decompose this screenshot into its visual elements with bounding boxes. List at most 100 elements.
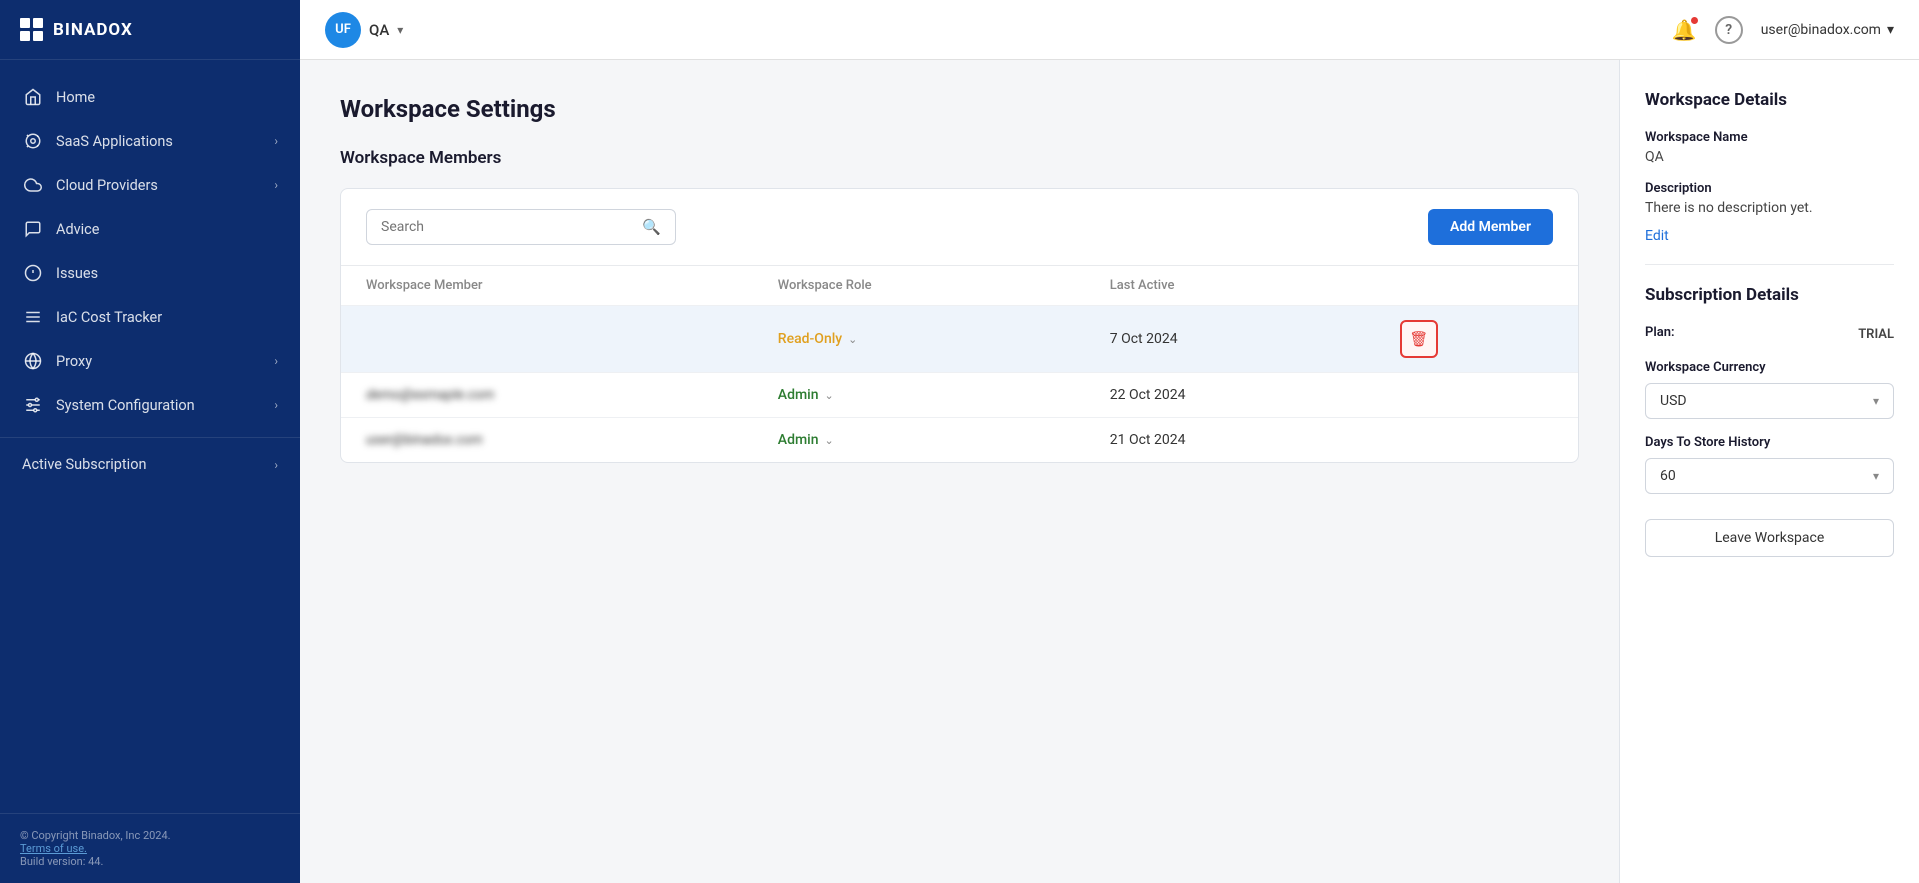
member-action: 🗑 xyxy=(1375,306,1578,373)
sidebar-item-sysconfig[interactable]: System Configuration › xyxy=(0,383,300,427)
notification-button[interactable]: 🔔 xyxy=(1672,18,1697,42)
workspace-name-label: Workspace Name xyxy=(1645,130,1894,145)
sidebar-item-cloud-label: Cloud Providers xyxy=(56,177,158,194)
plan-row: Plan: TRIAL xyxy=(1645,325,1894,344)
member-role[interactable]: Read-Only ⌄ xyxy=(753,306,1085,373)
currency-value: USD xyxy=(1660,393,1687,409)
sidebar-item-advice[interactable]: Advice xyxy=(0,207,300,251)
build-version: Build version: 44. xyxy=(20,855,280,868)
dropdown-chevron-icon: ▾ xyxy=(1873,469,1879,483)
members-tbody: Read-Only⌄7 Oct 2024🗑demo@exmaple.comAdm… xyxy=(341,306,1578,463)
table-row: user@binadox.comAdmin⌄21 Oct 2024 xyxy=(341,418,1578,463)
user-email: user@binadox.com xyxy=(1761,22,1881,38)
members-table: Workspace Member Workspace Role Last Act… xyxy=(341,265,1578,462)
sidebar-item-issues-label: Issues xyxy=(56,265,98,282)
sidebar-item-iac-label: IaC Cost Tracker xyxy=(56,309,162,326)
notification-badge xyxy=(1690,16,1699,25)
currency-title: Workspace Currency xyxy=(1645,360,1894,375)
member-email: user@binadox.com xyxy=(341,418,753,463)
home-icon xyxy=(22,88,44,106)
col-active: Last Active xyxy=(1085,266,1375,306)
sidebar-item-cloud[interactable]: Cloud Providers › xyxy=(0,163,300,207)
members-section-title: Workspace Members xyxy=(340,148,1579,168)
search-input-wrap[interactable]: 🔍 xyxy=(366,209,676,245)
sidebar: BINADOX Home SaaS Applications › xyxy=(0,0,300,883)
sidebar-item-subscription[interactable]: Active Subscription › xyxy=(0,437,300,486)
sidebar-item-saas-label: SaaS Applications xyxy=(56,133,173,150)
search-bar-row: 🔍 Add Member xyxy=(341,189,1578,265)
chevron-right-icon: › xyxy=(274,178,278,192)
sysconfig-icon xyxy=(22,396,44,414)
sidebar-item-saas[interactable]: SaaS Applications › xyxy=(0,119,300,163)
description-value: There is no description yet. xyxy=(1645,200,1894,216)
member-last-active: 7 Oct 2024 xyxy=(1085,306,1375,373)
col-role: Workspace Role xyxy=(753,266,1085,306)
terms-link[interactable]: Terms of use. xyxy=(20,842,87,855)
plan-value: TRIAL xyxy=(1858,327,1894,342)
sidebar-item-proxy-label: Proxy xyxy=(56,353,92,370)
sidebar-logo: BINADOX xyxy=(0,0,300,60)
iac-icon xyxy=(22,308,44,326)
sidebar-item-issues[interactable]: Issues xyxy=(0,251,300,295)
search-input[interactable] xyxy=(381,219,637,235)
sidebar-item-home-label: Home xyxy=(56,89,95,106)
sidebar-item-home[interactable]: Home xyxy=(0,75,300,119)
member-email: demo@exmaple.com xyxy=(341,373,753,418)
sidebar-nav: Home SaaS Applications › Cloud Providers… xyxy=(0,60,300,813)
copyright-text: © Copyright Binadox, Inc 2024. xyxy=(20,829,280,842)
topbar: UF QA ▾ 🔔 ? user@binadox.com ▾ xyxy=(300,0,1919,60)
table-row: Read-Only ⌄ 7 Oct 2024 🗑 xyxy=(341,306,1578,373)
role-badge-admin: Admin xyxy=(778,432,819,448)
sidebar-item-advice-label: Advice xyxy=(56,221,99,238)
sidebar-footer: © Copyright Binadox, Inc 2024. Terms of … xyxy=(0,813,300,883)
role-chevron-icon: ⌄ xyxy=(825,389,834,402)
logo-text: BINADOX xyxy=(53,20,133,40)
leave-workspace-button[interactable]: Leave Workspace xyxy=(1645,519,1894,557)
search-icon: 🔍 xyxy=(642,218,661,236)
chevron-right-icon: › xyxy=(274,354,278,368)
topbar-right: 🔔 ? user@binadox.com ▾ xyxy=(1672,16,1894,44)
member-action xyxy=(1375,418,1578,463)
trash-icon: 🗑 xyxy=(1409,330,1428,348)
role-chevron-icon: ⌄ xyxy=(825,434,834,447)
role-badge-admin: Admin xyxy=(778,387,819,403)
sidebar-item-iac[interactable]: IaC Cost Tracker xyxy=(0,295,300,339)
member-role[interactable]: Admin ⌄ xyxy=(753,418,1085,463)
workspace-details-title: Workspace Details xyxy=(1645,90,1894,110)
divider xyxy=(1645,264,1894,265)
currency-dropdown[interactable]: USD ▾ xyxy=(1645,383,1894,419)
history-value: 60 xyxy=(1660,468,1676,484)
cloud-icon xyxy=(22,176,44,194)
add-member-button[interactable]: Add Member xyxy=(1428,209,1553,245)
delete-member-button[interactable]: 🗑 xyxy=(1400,320,1438,358)
chevron-right-icon: › xyxy=(274,398,278,412)
dropdown-chevron-icon: ▾ xyxy=(1873,394,1879,408)
col-actions xyxy=(1375,266,1578,306)
member-email xyxy=(341,306,753,373)
role-badge-readonly: Read-Only xyxy=(778,331,842,347)
sidebar-item-proxy[interactable]: Proxy › xyxy=(0,339,300,383)
plan-label: Plan: xyxy=(1645,325,1675,340)
right-panel: Workspace Details Workspace Name QA Desc… xyxy=(1619,60,1919,883)
member-role[interactable]: Admin ⌄ xyxy=(753,373,1085,418)
issues-icon xyxy=(22,264,44,282)
description-label: Description xyxy=(1645,181,1894,196)
workspace-selector[interactable]: UF QA ▾ xyxy=(325,12,403,48)
chevron-right-icon: › xyxy=(274,458,278,472)
subscription-details-title: Subscription Details xyxy=(1645,285,1894,305)
sidebar-item-sysconfig-label: System Configuration xyxy=(56,397,195,414)
help-button[interactable]: ? xyxy=(1715,16,1743,44)
sidebar-item-subscription-label: Active Subscription xyxy=(22,456,146,473)
user-menu-chevron-icon: ▾ xyxy=(1887,22,1894,38)
user-menu[interactable]: user@binadox.com ▾ xyxy=(1761,22,1894,38)
saas-icon xyxy=(22,132,44,150)
workspace-avatar: UF xyxy=(325,12,361,48)
history-title: Days To Store History xyxy=(1645,435,1894,450)
main-content: Workspace Settings Workspace Members 🔍 A… xyxy=(300,60,1619,883)
main-container: UF QA ▾ 🔔 ? user@binadox.com ▾ Workspace… xyxy=(300,0,1919,883)
role-chevron-icon: ⌄ xyxy=(848,333,857,346)
edit-link[interactable]: Edit xyxy=(1645,228,1894,244)
col-member: Workspace Member xyxy=(341,266,753,306)
history-dropdown[interactable]: 60 ▾ xyxy=(1645,458,1894,494)
table-row: demo@exmaple.comAdmin⌄22 Oct 2024 xyxy=(341,373,1578,418)
